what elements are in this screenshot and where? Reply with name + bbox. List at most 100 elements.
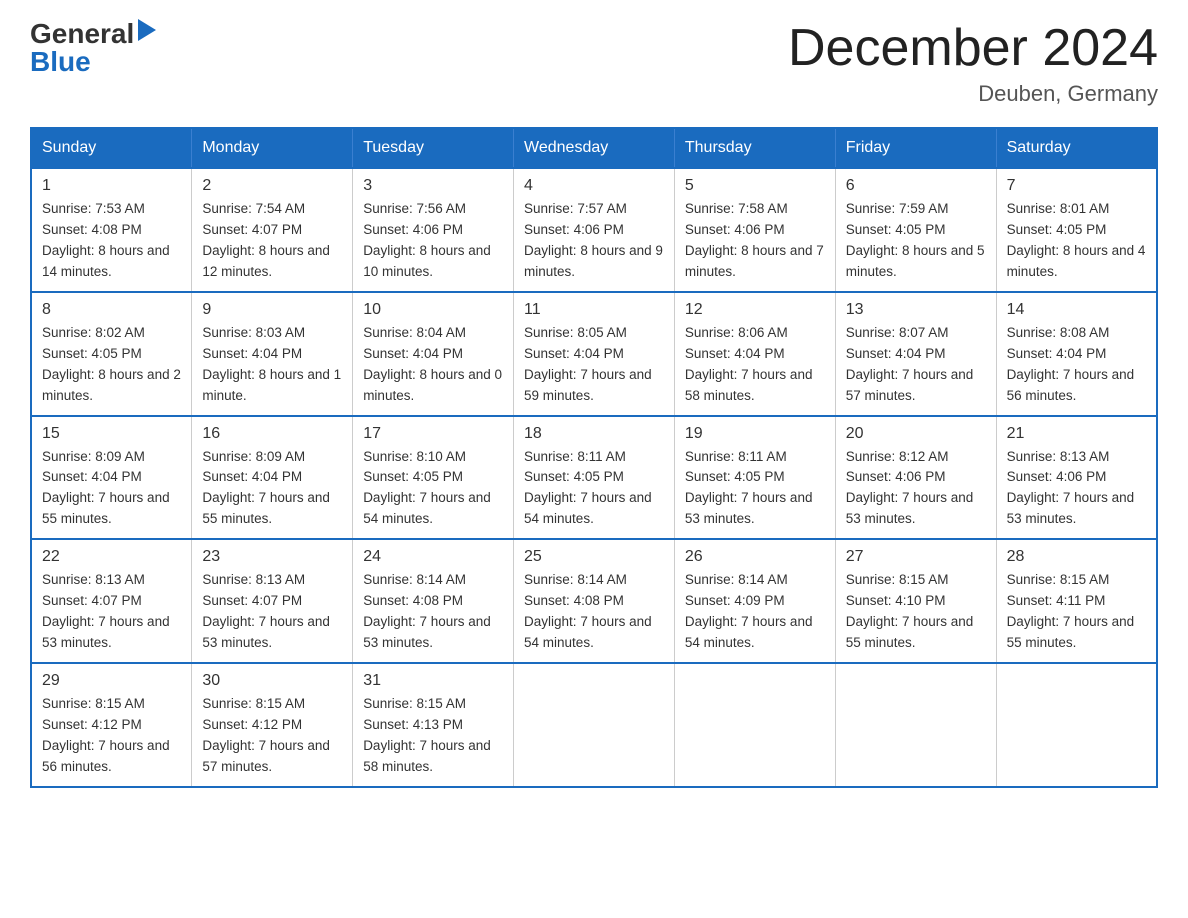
sunset-value: 4:05 PM: [895, 222, 945, 237]
sunrise-value: 8:10 AM: [416, 449, 466, 464]
sunset-value: 4:06 PM: [1056, 469, 1106, 484]
day-number: 11: [524, 301, 664, 319]
table-row: 10 Sunrise: 8:04 AM Sunset: 4:04 PM Dayl…: [353, 292, 514, 416]
sunset-label: Sunset:: [1007, 346, 1057, 361]
sunset-label: Sunset:: [363, 717, 413, 732]
calendar-header-row: Sunday Monday Tuesday Wednesday Thursday…: [31, 128, 1157, 168]
day-info: Sunrise: 8:13 AM Sunset: 4:07 PM Dayligh…: [42, 570, 181, 654]
day-number: 6: [846, 177, 986, 195]
page-header: General Blue December 2024 Deuben, Germa…: [30, 20, 1158, 107]
table-row: 19 Sunrise: 8:11 AM Sunset: 4:05 PM Dayl…: [674, 416, 835, 540]
sunset-label: Sunset:: [846, 593, 896, 608]
daylight-label: Daylight:: [1007, 367, 1063, 382]
sunrise-label: Sunrise:: [524, 572, 577, 587]
day-number: 12: [685, 301, 825, 319]
day-info: Sunrise: 8:13 AM Sunset: 4:06 PM Dayligh…: [1007, 447, 1146, 531]
day-number: 17: [363, 425, 503, 443]
sunset-value: 4:05 PM: [574, 469, 624, 484]
table-row: 24 Sunrise: 8:14 AM Sunset: 4:08 PM Dayl…: [353, 539, 514, 663]
calendar-week-row: 22 Sunrise: 8:13 AM Sunset: 4:07 PM Dayl…: [31, 539, 1157, 663]
day-info: Sunrise: 8:01 AM Sunset: 4:05 PM Dayligh…: [1007, 199, 1146, 283]
day-info: Sunrise: 8:03 AM Sunset: 4:04 PM Dayligh…: [202, 323, 342, 407]
daylight-label: Daylight:: [524, 614, 580, 629]
sunrise-value: 8:02 AM: [95, 325, 145, 340]
sunset-value: 4:04 PM: [734, 346, 784, 361]
sunset-label: Sunset:: [202, 593, 252, 608]
daylight-label: Daylight:: [42, 367, 98, 382]
table-row: 1 Sunrise: 7:53 AM Sunset: 4:08 PM Dayli…: [31, 168, 192, 292]
sunset-value: 4:05 PM: [413, 469, 463, 484]
col-thursday: Thursday: [674, 128, 835, 168]
day-info: Sunrise: 7:59 AM Sunset: 4:05 PM Dayligh…: [846, 199, 986, 283]
table-row: 2 Sunrise: 7:54 AM Sunset: 4:07 PM Dayli…: [192, 168, 353, 292]
sunrise-value: 7:56 AM: [416, 201, 466, 216]
table-row: 26 Sunrise: 8:14 AM Sunset: 4:09 PM Dayl…: [674, 539, 835, 663]
sunset-value: 4:04 PM: [252, 346, 302, 361]
sunset-label: Sunset:: [685, 222, 735, 237]
sunset-value: 4:04 PM: [574, 346, 624, 361]
day-info: Sunrise: 8:15 AM Sunset: 4:11 PM Dayligh…: [1007, 570, 1146, 654]
sunset-label: Sunset:: [1007, 222, 1057, 237]
day-number: 2: [202, 177, 342, 195]
daylight-label: Daylight:: [202, 738, 258, 753]
day-info: Sunrise: 8:08 AM Sunset: 4:04 PM Dayligh…: [1007, 323, 1146, 407]
table-row: 7 Sunrise: 8:01 AM Sunset: 4:05 PM Dayli…: [996, 168, 1157, 292]
sunrise-value: 8:15 AM: [1060, 572, 1110, 587]
sunrise-value: 8:06 AM: [738, 325, 788, 340]
sunrise-label: Sunrise:: [363, 572, 416, 587]
sunrise-label: Sunrise:: [42, 449, 95, 464]
sunrise-label: Sunrise:: [685, 201, 738, 216]
col-sunday: Sunday: [31, 128, 192, 168]
sunrise-value: 8:05 AM: [577, 325, 627, 340]
calendar-week-row: 1 Sunrise: 7:53 AM Sunset: 4:08 PM Dayli…: [31, 168, 1157, 292]
logo-blue-text: Blue: [30, 48, 91, 76]
sunrise-value: 8:13 AM: [256, 572, 306, 587]
sunrise-label: Sunrise:: [202, 201, 255, 216]
sunset-label: Sunset:: [685, 593, 735, 608]
daylight-label: Daylight:: [363, 490, 419, 505]
sunset-label: Sunset:: [202, 469, 252, 484]
calendar-week-row: 15 Sunrise: 8:09 AM Sunset: 4:04 PM Dayl…: [31, 416, 1157, 540]
logo-arrow-icon: [138, 19, 156, 41]
sunset-label: Sunset:: [42, 346, 92, 361]
sunrise-label: Sunrise:: [846, 325, 899, 340]
sunset-label: Sunset:: [363, 593, 413, 608]
sunrise-label: Sunrise:: [846, 201, 899, 216]
sunrise-label: Sunrise:: [363, 449, 416, 464]
sunset-label: Sunset:: [42, 717, 92, 732]
day-number: 1: [42, 177, 181, 195]
sunset-value: 4:08 PM: [92, 222, 142, 237]
sunrise-label: Sunrise:: [363, 201, 416, 216]
sunrise-value: 7:58 AM: [738, 201, 788, 216]
sunset-label: Sunset:: [42, 469, 92, 484]
sunrise-value: 8:15 AM: [899, 572, 949, 587]
day-number: 27: [846, 548, 986, 566]
sunrise-value: 8:11 AM: [577, 449, 626, 464]
sunrise-label: Sunrise:: [524, 325, 577, 340]
sunset-label: Sunset:: [685, 346, 735, 361]
sunset-label: Sunset:: [846, 469, 896, 484]
sunrise-label: Sunrise:: [202, 572, 255, 587]
col-friday: Friday: [835, 128, 996, 168]
table-row: 12 Sunrise: 8:06 AM Sunset: 4:04 PM Dayl…: [674, 292, 835, 416]
sunrise-value: 8:13 AM: [1060, 449, 1110, 464]
table-row: 15 Sunrise: 8:09 AM Sunset: 4:04 PM Dayl…: [31, 416, 192, 540]
table-row: [835, 663, 996, 787]
day-number: 30: [202, 672, 342, 690]
sunrise-value: 7:54 AM: [256, 201, 306, 216]
sunrise-value: 8:04 AM: [416, 325, 466, 340]
day-number: 7: [1007, 177, 1146, 195]
sunset-label: Sunset:: [846, 222, 896, 237]
table-row: 20 Sunrise: 8:12 AM Sunset: 4:06 PM Dayl…: [835, 416, 996, 540]
sunrise-value: 7:59 AM: [899, 201, 949, 216]
sunset-value: 4:07 PM: [252, 593, 302, 608]
day-info: Sunrise: 8:06 AM Sunset: 4:04 PM Dayligh…: [685, 323, 825, 407]
sunrise-value: 7:53 AM: [95, 201, 145, 216]
sunset-label: Sunset:: [685, 469, 735, 484]
sunrise-value: 8:14 AM: [416, 572, 466, 587]
daylight-label: Daylight:: [846, 614, 902, 629]
calendar-week-row: 8 Sunrise: 8:02 AM Sunset: 4:05 PM Dayli…: [31, 292, 1157, 416]
day-info: Sunrise: 8:12 AM Sunset: 4:06 PM Dayligh…: [846, 447, 986, 531]
sunset-value: 4:05 PM: [92, 346, 142, 361]
daylight-label: Daylight:: [202, 367, 258, 382]
